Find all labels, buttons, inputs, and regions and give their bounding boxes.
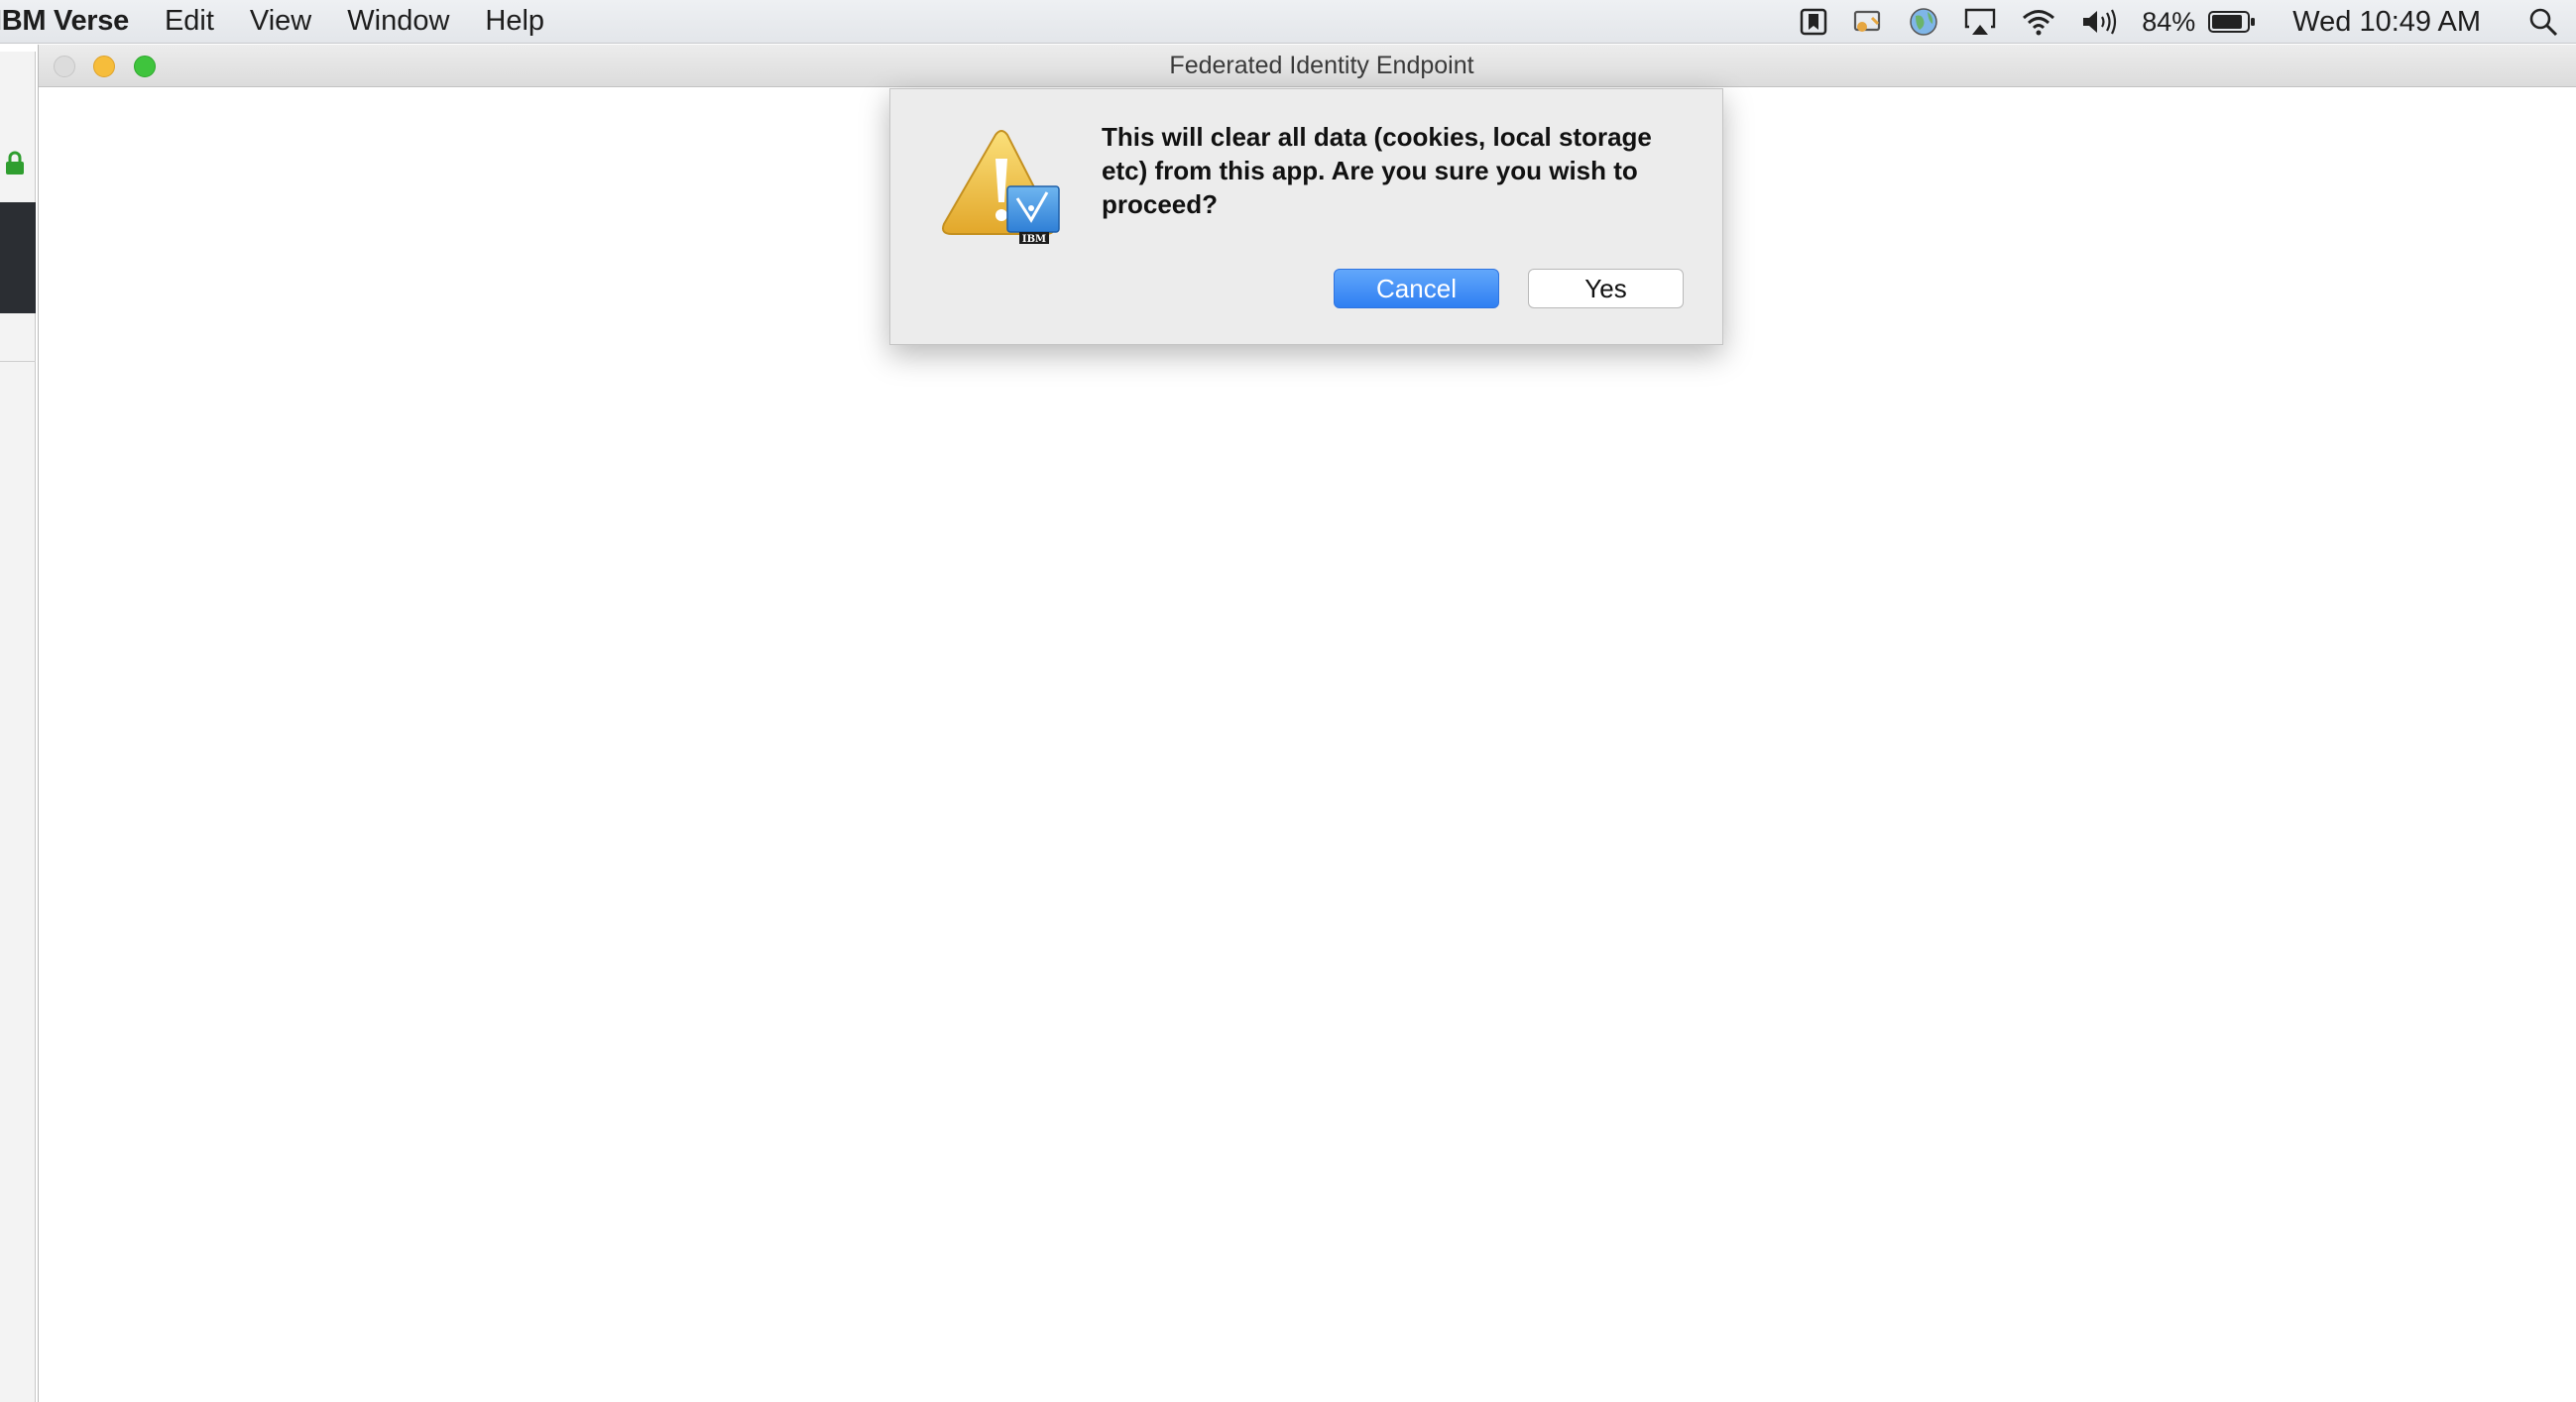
airplay-icon[interactable] <box>1963 0 1997 44</box>
spotlight-search-icon[interactable] <box>2528 0 2558 44</box>
bookmark-icon[interactable] <box>1799 0 1828 44</box>
menu-window[interactable]: Window <box>347 5 449 38</box>
divider <box>0 361 36 362</box>
cancel-button[interactable]: Cancel <box>1334 269 1499 308</box>
menu-bar-left: IBM Verse Edit View Window Help <box>0 0 580 43</box>
background-sidebar-block <box>0 202 36 313</box>
battery-icon[interactable] <box>2207 0 2257 44</box>
svg-text:IBM: IBM <box>1022 234 1046 245</box>
warning-triangle-icon: IBM <box>940 129 1063 248</box>
dialog-message: This will clear all data (cookies, local… <box>1102 122 1652 219</box>
yes-button[interactable]: Yes <box>1528 269 1684 308</box>
menu-view[interactable]: View <box>250 5 311 38</box>
window-titlebar[interactable]: Federated Identity Endpoint <box>39 45 2576 87</box>
confirm-clear-data-dialog: IBM This will clear all data (cookies, l… <box>889 88 1723 345</box>
background-window-edge <box>0 52 36 1402</box>
lock-icon <box>4 151 26 181</box>
battery-percent: 84% <box>2142 6 2196 37</box>
ibm-verse-app-badge: IBM <box>1006 185 1060 245</box>
window-title: Federated Identity Endpoint <box>1169 52 1474 79</box>
wifi-icon[interactable] <box>2021 0 2056 44</box>
menu-clock[interactable]: Wed 10:49 AM <box>2292 6 2481 39</box>
menu-edit[interactable]: Edit <box>165 5 214 38</box>
cast-icon[interactable] <box>1852 0 1884 44</box>
menu-bar-right: 84% Wed 10:49 AM <box>1787 0 2576 44</box>
menu-help[interactable]: Help <box>485 5 544 38</box>
app-menu[interactable]: IBM Verse <box>0 5 129 38</box>
volume-icon[interactable] <box>2080 0 2120 44</box>
globe-icon[interactable] <box>1908 0 1939 44</box>
menu-bar: IBM Verse Edit View Window Help 84% Wed … <box>0 0 2576 44</box>
